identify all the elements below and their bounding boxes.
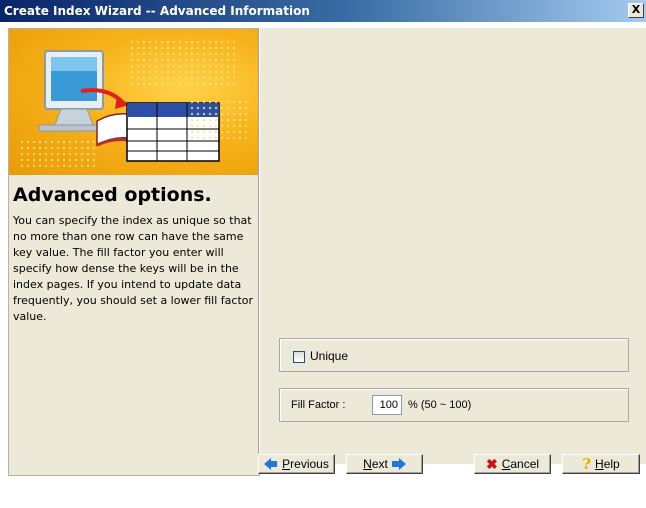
page-description: You can specify the index as unique so t… xyxy=(13,214,254,323)
unique-group: Unique xyxy=(279,338,629,372)
question-icon: ? xyxy=(582,455,592,473)
close-button[interactable]: X xyxy=(628,3,644,18)
fill-factor-label: Fill Factor : xyxy=(291,399,346,411)
help-button[interactable]: ? Help xyxy=(562,454,640,474)
window-title: Create Index Wizard -- Advanced Informat… xyxy=(4,4,310,18)
next-button[interactable]: Next xyxy=(346,454,423,474)
previous-button[interactable]: Previous xyxy=(258,454,335,474)
unique-checkbox[interactable] xyxy=(293,351,305,363)
panel-divider xyxy=(258,28,260,466)
unique-label[interactable]: Unique xyxy=(310,349,348,363)
title-bar: Create Index Wizard -- Advanced Informat… xyxy=(0,0,646,22)
fill-factor-group: Fill Factor : 100 % (50 ~ 100) xyxy=(279,388,629,422)
page-heading: Advanced options. xyxy=(13,184,212,206)
banner-illustration xyxy=(9,29,259,175)
info-panel: Advanced options. You can specify the in… xyxy=(8,28,260,476)
close-icon: X xyxy=(631,3,641,16)
arrow-right-icon xyxy=(391,458,406,470)
cancel-button[interactable]: ✖ Cancel xyxy=(474,454,551,474)
fill-factor-range: % (50 ~ 100) xyxy=(408,399,472,411)
dialog-body: Advanced options. You can specify the in… xyxy=(0,22,646,508)
fill-factor-input[interactable]: 100 xyxy=(372,395,402,415)
arrow-left-icon xyxy=(264,458,278,470)
x-icon: ✖ xyxy=(485,456,498,472)
